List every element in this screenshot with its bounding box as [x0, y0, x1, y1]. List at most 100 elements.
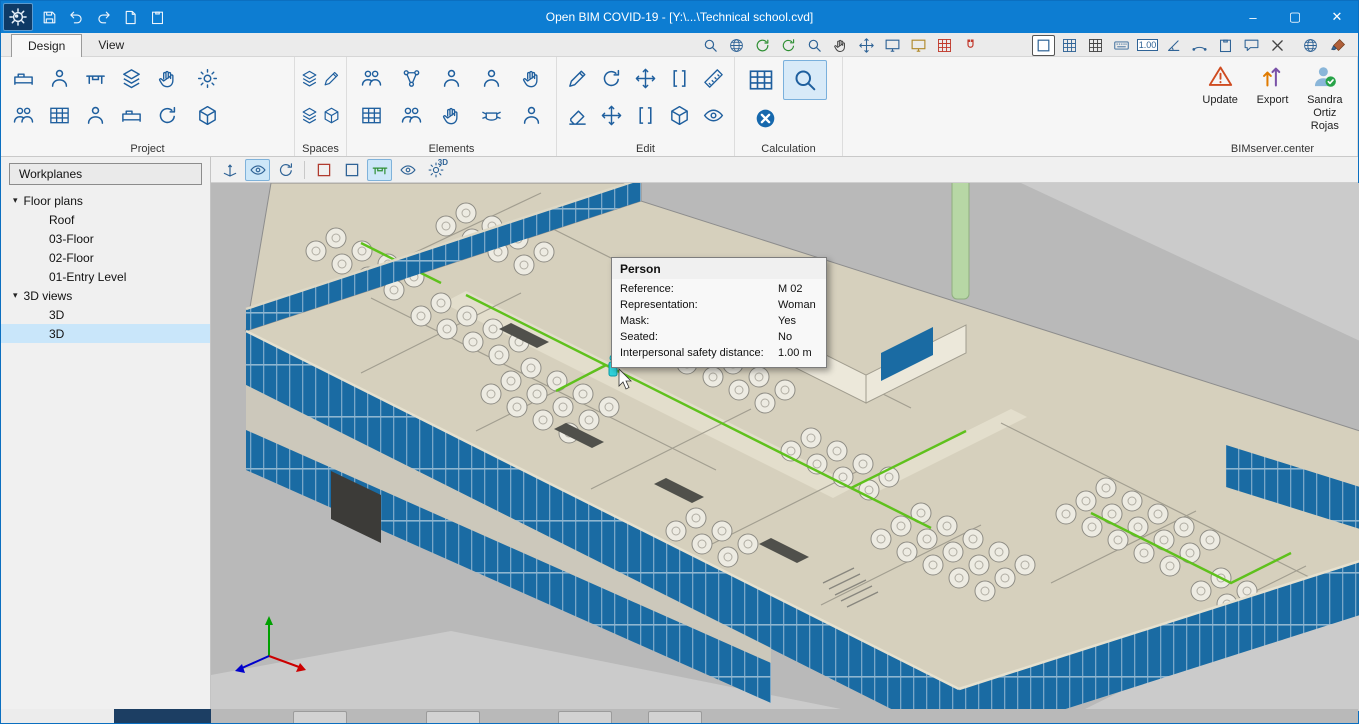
- zoom-extents-icon[interactable]: [725, 35, 748, 56]
- project-group-icon[interactable]: [5, 97, 41, 134]
- selection-window-icon[interactable]: [1032, 35, 1055, 56]
- tools-icon[interactable]: [1266, 35, 1289, 56]
- calculation-inspect-icon[interactable]: [783, 60, 827, 100]
- tab-design[interactable]: Design: [11, 34, 82, 57]
- decimals-icon[interactable]: 1.00: [1136, 35, 1159, 56]
- bottom-button[interactable]: [426, 711, 480, 723]
- vp-furniture-icon[interactable]: [367, 159, 392, 181]
- minimize-button[interactable]: –: [1232, 1, 1274, 33]
- vp-orbit-icon[interactable]: [245, 159, 270, 181]
- bottom-button[interactable]: [293, 711, 347, 723]
- vp-plane-icon[interactable]: [339, 159, 364, 181]
- project-person-icon[interactable]: [41, 60, 77, 97]
- elements-mask-icon[interactable]: [471, 97, 511, 134]
- edit-move-icon[interactable]: [629, 60, 663, 97]
- render-view-icon[interactable]: [907, 35, 930, 56]
- edit-copy-icon[interactable]: [662, 97, 696, 134]
- elements-crowd-icon[interactable]: [391, 97, 431, 134]
- project-workstation-icon[interactable]: [77, 60, 113, 97]
- viewport[interactable]: Person Reference:M 02Representation:Woma…: [211, 183, 1359, 711]
- calculation-results-icon[interactable]: [739, 60, 783, 100]
- tab-view[interactable]: View: [82, 34, 140, 56]
- elements-distance-icon[interactable]: [391, 60, 431, 97]
- elements-pair-icon[interactable]: [351, 60, 391, 97]
- elements-info-person-icon[interactable]: [431, 60, 471, 97]
- edit-draw-icon[interactable]: [561, 60, 595, 97]
- save-button[interactable]: [36, 4, 63, 30]
- expander-icon[interactable]: ▾: [13, 290, 18, 301]
- refresh-icon[interactable]: [751, 35, 774, 56]
- calculation-stop-icon[interactable]: [747, 100, 783, 137]
- edit-align-icon[interactable]: [662, 60, 696, 97]
- project-settings-gear-icon[interactable]: [189, 60, 225, 97]
- project-update-person-icon[interactable]: [149, 97, 185, 134]
- bottom-button[interactable]: [558, 711, 612, 723]
- project-bed2-icon[interactable]: [113, 97, 149, 134]
- edit-rotate-icon[interactable]: [595, 60, 629, 97]
- appearance-brush-icon[interactable]: [1327, 35, 1350, 56]
- edit-measure-icon[interactable]: [696, 60, 730, 97]
- bottom-button[interactable]: [648, 711, 702, 723]
- copy-document-button[interactable]: [144, 4, 171, 30]
- bimserver-user-button[interactable]: Sandra Ortiz Rojas: [1301, 63, 1349, 140]
- tree-item-5-3d-views[interactable]: ▾3D views: [1, 286, 210, 305]
- angle-icon[interactable]: [1162, 35, 1185, 56]
- clipboard-icon[interactable]: [1214, 35, 1237, 56]
- zoom-window-icon[interactable]: [803, 35, 826, 56]
- bimserver-export-button[interactable]: Export: [1248, 63, 1296, 140]
- spaces-new-icon[interactable]: [299, 97, 321, 134]
- spaces-copy-icon[interactable]: [321, 97, 343, 134]
- elements-masked-person-icon[interactable]: [511, 97, 551, 134]
- undo-button[interactable]: [63, 4, 90, 30]
- elements-partition-icon[interactable]: [351, 97, 391, 134]
- edit-symmetry-icon[interactable]: [629, 97, 663, 134]
- close-button[interactable]: ✕: [1316, 1, 1358, 33]
- app-virus-icon[interactable]: [3, 3, 33, 31]
- online-services-icon[interactable]: [1299, 35, 1322, 56]
- spaces-view-icon[interactable]: [299, 60, 321, 97]
- edit-erase-icon[interactable]: [561, 97, 595, 134]
- bimserver-update-button[interactable]: Update: [1196, 63, 1244, 140]
- zoom-icon[interactable]: [699, 35, 722, 56]
- maximize-button[interactable]: ▢: [1274, 1, 1316, 33]
- elements-hygiene-icon[interactable]: [431, 97, 471, 134]
- regenerate-icon[interactable]: [777, 35, 800, 56]
- elements-person-icon[interactable]: [471, 60, 511, 97]
- expander-icon[interactable]: ▾: [13, 195, 18, 206]
- workplanes-header[interactable]: Workplanes: [9, 163, 202, 185]
- move-view-icon[interactable]: [855, 35, 878, 56]
- arc-icon[interactable]: [1188, 35, 1211, 56]
- project-floors-icon[interactable]: [113, 60, 149, 97]
- tree-item-3-02-floor[interactable]: 02-Floor: [1, 248, 210, 267]
- project-furniture-icon[interactable]: [41, 97, 77, 134]
- snap-grid-icon[interactable]: [933, 35, 956, 56]
- magnet-icon[interactable]: [959, 35, 982, 56]
- tree-item-2-03-floor[interactable]: 03-Floor: [1, 229, 210, 248]
- tree-item-7-3d[interactable]: 3D: [1, 324, 210, 343]
- project-seated-person-icon[interactable]: [77, 97, 113, 134]
- grid-icon[interactable]: [1058, 35, 1081, 56]
- project-bed-icon[interactable]: [5, 60, 41, 97]
- print-button[interactable]: [117, 4, 144, 30]
- full-screen-icon[interactable]: [881, 35, 904, 56]
- spaces-edit-icon[interactable]: [321, 60, 343, 97]
- project-3d-model-icon[interactable]: [189, 97, 225, 134]
- keyboard-input-icon[interactable]: [1110, 35, 1133, 56]
- vp-rotate-icon[interactable]: [273, 159, 298, 181]
- project-gloves-icon[interactable]: [149, 60, 185, 97]
- vp-3d-options-icon[interactable]: 3D: [423, 159, 448, 181]
- vp-section-icon[interactable]: [311, 159, 336, 181]
- vp-axes-icon[interactable]: [217, 159, 242, 181]
- edit-view-element-icon[interactable]: [696, 97, 730, 134]
- redo-button[interactable]: [90, 4, 117, 30]
- hatch-grid-icon[interactable]: [1084, 35, 1107, 56]
- pan-icon[interactable]: [829, 35, 852, 56]
- edit-stretch-icon[interactable]: [595, 97, 629, 134]
- tree-item-0-floor-plans[interactable]: ▾Floor plans: [1, 191, 210, 210]
- tree-item-1-roof[interactable]: Roof: [1, 210, 210, 229]
- tree-item-6-3d[interactable]: 3D: [1, 305, 210, 324]
- tree-item-4-01-entry-level[interactable]: 01-Entry Level: [1, 267, 210, 286]
- elements-gloves-icon[interactable]: [511, 60, 551, 97]
- vp-visibility-icon[interactable]: [395, 159, 420, 181]
- comments-icon[interactable]: [1240, 35, 1263, 56]
